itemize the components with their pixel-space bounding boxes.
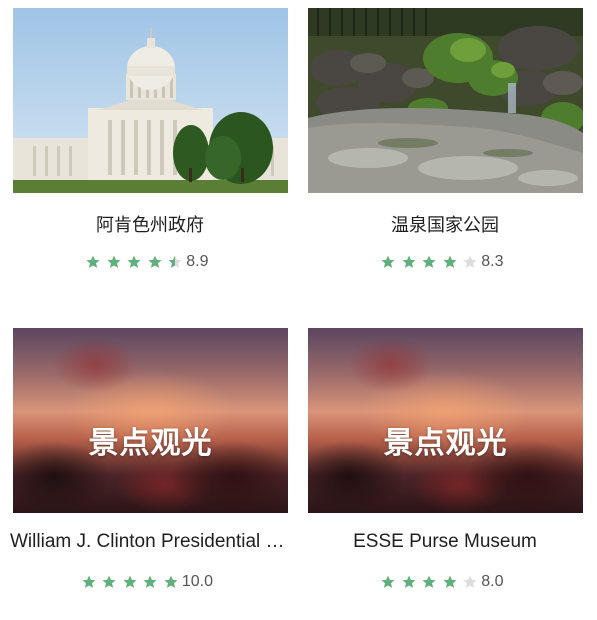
attraction-photo[interactable] (13, 8, 288, 193)
attractions-grid: 阿肯色州政府 8.9 温泉国家公园 8.3 景点观光 William J. Cl… (0, 0, 597, 613)
star-icon (82, 575, 96, 588)
placeholder-label: 景点观光 (383, 426, 508, 461)
star-icon (164, 575, 178, 588)
attraction-photo-placeholder[interactable]: 景点观光 (13, 328, 288, 513)
rating-stars (381, 573, 479, 591)
rating-score: 8.0 (481, 573, 504, 590)
rating-stars (86, 253, 184, 271)
empty-star-icon (463, 255, 477, 268)
attraction-rating: 8.0 (295, 573, 590, 591)
empty-star-icon (463, 575, 477, 588)
star-icon (102, 575, 116, 588)
rock-garden-image (308, 8, 583, 193)
rating-score: 8.9 (186, 253, 209, 270)
star-icon (86, 255, 100, 268)
attraction-photo-placeholder[interactable]: 景点观光 (308, 328, 583, 513)
star-icon (422, 255, 436, 268)
star-icon (402, 255, 416, 268)
rating-stars (82, 573, 180, 591)
placeholder-label: 景点观光 (88, 426, 213, 461)
star-icon (422, 575, 436, 588)
star-icon (381, 255, 395, 268)
rating-score: 8.3 (481, 253, 504, 270)
star-icon (443, 575, 457, 588)
star-icon (107, 255, 121, 268)
star-icon (381, 575, 395, 588)
attraction-rating: 10.0 (0, 573, 295, 591)
star-icon (443, 255, 457, 268)
attraction-card[interactable]: 阿肯色州政府 8.9 (0, 0, 295, 300)
rating-stars (381, 253, 479, 271)
star-icon (143, 575, 157, 588)
attraction-photo[interactable] (308, 8, 583, 193)
star-icon (402, 575, 416, 588)
attraction-name[interactable]: ESSE Purse Museum (305, 531, 585, 553)
attraction-name[interactable]: 阿肯色州政府 (10, 211, 290, 237)
attraction-card[interactable]: 温泉国家公园 8.3 (295, 0, 590, 300)
star-icon (123, 575, 137, 588)
attraction-rating: 8.3 (295, 253, 590, 271)
capitol-building-image (13, 8, 288, 193)
attraction-name[interactable]: William J. Clinton Presidential Center a… (10, 531, 290, 553)
attraction-rating: 8.9 (0, 253, 295, 271)
rating-score: 10.0 (181, 573, 213, 590)
half-star-icon (168, 255, 182, 268)
attraction-card[interactable]: 景点观光 ESSE Purse Museum 8.0 (295, 320, 590, 620)
star-icon (127, 255, 141, 268)
star-icon (148, 255, 162, 268)
attraction-card[interactable]: 景点观光 William J. Clinton Presidential Cen… (0, 320, 295, 620)
attraction-name[interactable]: 温泉国家公园 (305, 211, 585, 237)
